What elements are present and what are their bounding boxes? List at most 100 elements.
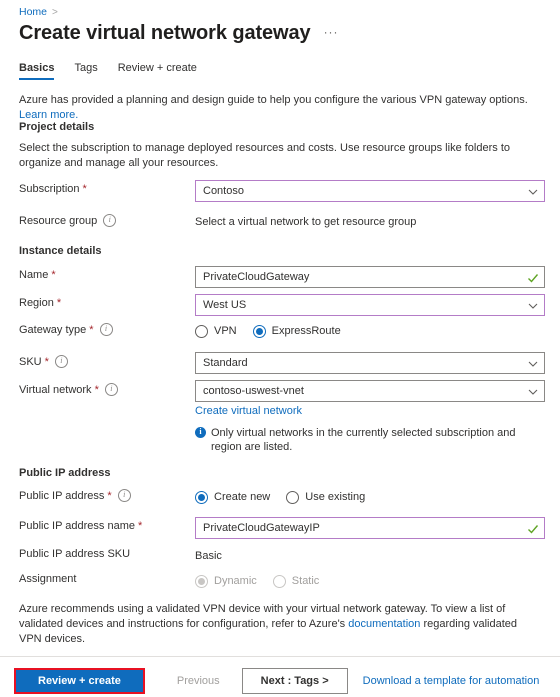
tab-basics[interactable]: Basics <box>19 62 55 80</box>
breadcrumb-home-link[interactable]: Home <box>19 6 47 18</box>
assignment-label-text: Assignment <box>19 573 77 585</box>
required-asterisk: * <box>94 383 99 396</box>
public-ip-address-sku-value: Basic <box>195 550 222 562</box>
info-icon[interactable] <box>103 214 117 227</box>
sku-dropdown[interactable]: Standard <box>195 352 545 374</box>
tab-tags[interactable]: Tags <box>74 62 97 80</box>
previous-button: Previous <box>161 668 236 694</box>
row-public-ip-address-sku: Public IP address SKU Basic <box>0 545 560 567</box>
virtual-network-note-text: Only virtual networks in the currently s… <box>211 427 516 453</box>
command-bar-divider <box>0 656 560 657</box>
command-bar: Review + create Previous Next : Tags > D… <box>0 665 560 697</box>
virtual-network-dropdown[interactable]: contoso-uswest-vnet <box>195 380 545 402</box>
gateway-type-radio-group: VPN ExpressRoute <box>195 320 545 342</box>
subscription-label-text: Subscription <box>19 183 80 195</box>
info-icon[interactable] <box>117 489 131 502</box>
intro-text: Azure has provided a planning and design… <box>19 93 547 123</box>
intro-sentence: Azure has provided a planning and design… <box>19 94 528 106</box>
radio-icon-selected-disabled <box>195 574 208 588</box>
documentation-link[interactable]: documentation <box>348 618 420 630</box>
resource-group-control: Select a virtual network to get resource… <box>195 211 545 233</box>
gateway-type-label-text: Gateway type <box>19 323 87 336</box>
tab-review-create[interactable]: Review + create <box>118 62 197 80</box>
breadcrumb: Home > <box>19 5 58 20</box>
breadcrumb-separator-icon: > <box>52 7 58 18</box>
gateway-type-control: VPN ExpressRoute <box>195 320 545 342</box>
tab-bar: Basics Tags Review + create <box>19 62 217 80</box>
review-create-highlight-box: Review + create <box>14 668 145 694</box>
region-label: Region * <box>19 297 61 309</box>
required-asterisk: * <box>82 183 87 195</box>
page-title-row: Create virtual network gateway ··· <box>19 20 339 46</box>
row-assignment: Assignment Dynamic Static <box>0 570 560 592</box>
region-control: West US <box>195 294 545 316</box>
radio-label: Use existing <box>305 491 366 503</box>
row-name: Name * PrivateCloudGateway <box>0 266 560 288</box>
sku-label: SKU * <box>19 355 68 368</box>
info-icon[interactable] <box>54 355 68 368</box>
info-filled-icon <box>195 426 206 438</box>
required-asterisk: * <box>137 520 143 532</box>
more-options-icon[interactable]: ··· <box>324 25 339 39</box>
public-ip-address-label: Public IP address * <box>19 489 131 502</box>
required-asterisk: * <box>56 297 62 309</box>
radio-label: Static <box>291 575 320 587</box>
chevron-down-icon <box>528 387 538 396</box>
sku-control: Standard <box>195 352 545 374</box>
public-ip-address-name-control: PrivateCloudGatewayIP <box>195 517 545 539</box>
required-asterisk: * <box>44 355 49 368</box>
name-control: PrivateCloudGateway <box>195 266 545 288</box>
public-ip-address-sku-label-text: Public IP address SKU <box>19 548 131 560</box>
review-create-button[interactable]: Review + create <box>16 670 143 692</box>
public-ip-address-label-text: Public IP address <box>19 489 105 502</box>
name-value: PrivateCloudGateway <box>203 271 310 283</box>
resource-group-value: Select a virtual network to get resource… <box>195 216 417 228</box>
create-virtual-network-gateway-blade: Home > Create virtual network gateway ···… <box>0 0 560 697</box>
page-title: Create virtual network gateway <box>19 22 311 44</box>
radio-icon <box>195 324 208 338</box>
public-ip-address-name-label: Public IP address name * <box>19 520 142 532</box>
valid-check-icon <box>527 272 539 283</box>
radio-public-ip-use-existing[interactable]: Use existing <box>286 490 366 504</box>
download-template-link[interactable]: Download a template for automation <box>363 675 540 687</box>
subscription-dropdown[interactable]: Contoso <box>195 180 545 202</box>
virtual-network-control: contoso-uswest-vnet <box>195 380 545 402</box>
radio-label: Dynamic <box>214 575 257 587</box>
radio-icon-disabled <box>272 574 286 588</box>
radio-public-ip-create-new[interactable]: Create new <box>195 490 270 504</box>
section-heading-public-ip-address: Public IP address <box>19 467 111 479</box>
info-icon[interactable] <box>104 383 118 396</box>
resource-group-label-text: Resource group <box>19 214 98 227</box>
assignment-label: Assignment <box>19 573 76 585</box>
row-resource-group: Resource group Select a virtual network … <box>0 211 560 233</box>
name-input[interactable]: PrivateCloudGateway <box>195 266 545 288</box>
row-sku: SKU * Standard <box>0 352 560 374</box>
learn-more-link[interactable]: Learn more. <box>19 109 78 121</box>
row-public-ip-address-name: Public IP address name * PrivateCloudGat… <box>0 517 560 539</box>
chevron-down-icon <box>528 187 538 196</box>
info-icon[interactable] <box>99 323 113 336</box>
public-ip-address-radio-group: Create new Use existing <box>195 486 545 508</box>
required-asterisk: * <box>107 489 112 502</box>
row-public-ip-address: Public IP address * Create new Use exist… <box>0 486 560 508</box>
public-ip-address-sku-control: Basic <box>195 545 545 567</box>
public-ip-address-name-value: PrivateCloudGatewayIP <box>203 522 320 534</box>
row-gateway-type: Gateway type * VPN ExpressRoute <box>0 320 560 342</box>
radio-icon-selected <box>195 490 208 504</box>
radio-gateway-type-expressroute[interactable]: ExpressRoute <box>252 324 341 338</box>
row-virtual-network: Virtual network * contoso-uswest-vnet <box>0 380 560 402</box>
section-heading-project-details: Project details <box>19 121 95 133</box>
public-ip-address-name-label-text: Public IP address name <box>19 520 135 532</box>
name-label: Name * <box>19 269 56 281</box>
next-tags-button[interactable]: Next : Tags > <box>241 668 348 694</box>
row-subscription: Subscription * Contoso <box>0 180 560 202</box>
virtual-network-label-text: Virtual network <box>19 383 92 396</box>
public-ip-address-name-input[interactable]: PrivateCloudGatewayIP <box>195 517 545 539</box>
assignment-radio-group: Dynamic Static <box>195 570 545 592</box>
radio-label: VPN <box>214 325 237 337</box>
valid-check-icon <box>527 523 539 534</box>
gateway-type-label: Gateway type * <box>19 323 113 336</box>
radio-gateway-type-vpn[interactable]: VPN <box>195 324 237 338</box>
region-dropdown[interactable]: West US <box>195 294 545 316</box>
create-virtual-network-link[interactable]: Create virtual network <box>195 405 302 417</box>
